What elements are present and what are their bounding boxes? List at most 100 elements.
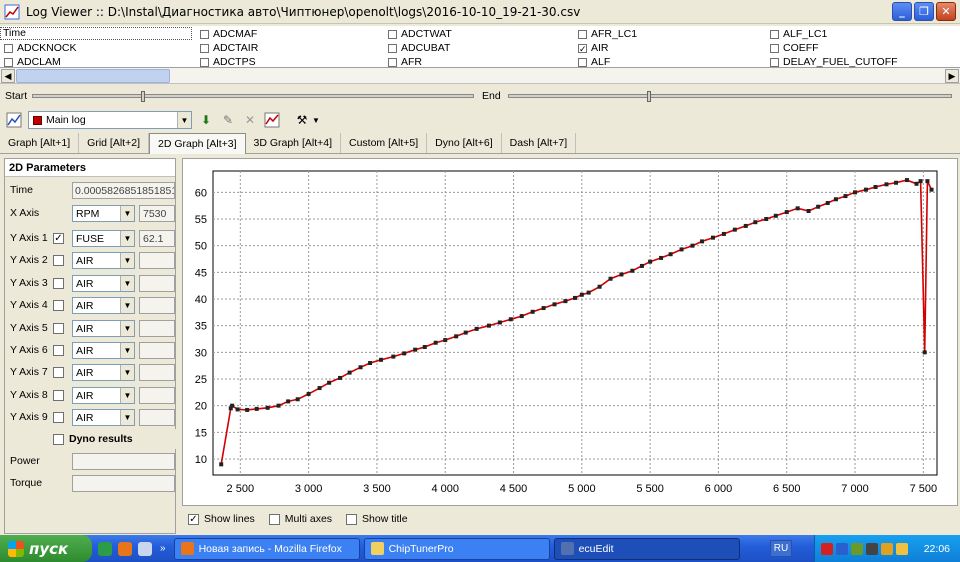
chevron-down-icon[interactable]: ▼ — [120, 253, 134, 269]
channel-item[interactable]: ADCTPS — [200, 55, 256, 69]
channel-checkbox[interactable] — [200, 57, 209, 67]
channel-item[interactable]: COEFF — [770, 41, 819, 55]
option-show-title[interactable]: Show title — [346, 513, 408, 525]
yaxis-select[interactable]: AIR ▼ — [72, 274, 135, 292]
tab-graph[interactable]: Graph [Alt+1] — [0, 133, 80, 153]
yaxis-checkbox[interactable] — [53, 367, 64, 379]
channel-item[interactable]: AFR — [388, 55, 422, 69]
chevron-down-icon[interactable]: ▼ — [120, 343, 134, 358]
chevron-down-icon[interactable]: ▼ — [120, 387, 134, 403]
quicklaunch-icon[interactable] — [98, 541, 112, 556]
channel-item[interactable]: DELAY_FUEL_CUTOFF — [770, 55, 898, 69]
xy-chart[interactable]: 2 500 3 000 3 500 4 000 4 500 5 000 5 500 6 000… — [183, 159, 957, 505]
antivirus-icon[interactable] — [851, 542, 863, 555]
chart-settings-icon[interactable] — [264, 112, 280, 128]
yaxis-select[interactable]: FUSE ▼ — [72, 230, 135, 247]
channel-time[interactable]: Time — [0, 27, 192, 40]
yaxis-select[interactable]: AIR ▼ — [72, 409, 135, 427]
yaxis-select[interactable]: AIR ▼ — [72, 319, 135, 337]
option-checkbox[interactable] — [268, 513, 280, 525]
chevron-down-icon[interactable]: ▼ — [120, 298, 134, 314]
channel-checkbox[interactable]: ✓ — [578, 43, 587, 53]
log-select[interactable]: Main log ▼ — [28, 111, 192, 129]
start-slider-handle[interactable] — [141, 91, 145, 102]
usb-icon[interactable] — [881, 542, 893, 555]
scroll-right-icon[interactable]: ▶ — [945, 69, 959, 83]
scroll-thumb[interactable] — [16, 69, 170, 83]
tab-grid[interactable]: Grid [Alt+2] — [79, 133, 149, 153]
channel-checkbox[interactable] — [578, 29, 587, 39]
tab-3d-graph[interactable]: 3D Graph [Alt+4] — [246, 133, 341, 153]
yaxis-select[interactable]: AIR ▼ — [72, 297, 135, 315]
channel-item[interactable]: ALF — [578, 55, 610, 69]
download-arrow-icon[interactable]: ⬇ — [198, 112, 214, 128]
notepad-icon[interactable] — [138, 541, 152, 556]
option-checkbox[interactable]: ✓ — [188, 513, 199, 525]
edit-icon[interactable]: ✎ — [220, 112, 236, 128]
channel-item[interactable]: ALF_LC1 — [770, 27, 827, 41]
volume-icon[interactable] — [866, 542, 878, 555]
xaxis-select[interactable]: RPM ▼ — [72, 205, 135, 222]
channel-checkbox[interactable] — [770, 29, 779, 39]
yaxis-select[interactable]: AIR ▼ — [72, 252, 135, 270]
yaxis-checkbox[interactable] — [53, 300, 64, 312]
channel-item[interactable]: ADCUBAT — [388, 41, 450, 55]
channel-checkbox[interactable] — [200, 29, 209, 39]
channel-checkbox[interactable] — [770, 57, 779, 67]
channel-scrollbar[interactable]: ◀ ▶ — [0, 68, 960, 84]
channel-checkbox[interactable] — [388, 57, 397, 67]
channel-checkbox[interactable] — [578, 57, 587, 67]
yaxis-checkbox[interactable] — [53, 345, 64, 356]
start-button[interactable]: пуск — [0, 535, 92, 562]
tab-dash[interactable]: Dash [Alt+7] — [502, 133, 577, 153]
option-multi-axes[interactable]: Multi axes — [268, 513, 332, 525]
taskbar-task[interactable]: ChipTunerPro — [363, 537, 550, 560]
tab-dyno[interactable]: Dyno [Alt+6] — [427, 133, 502, 153]
chevron-down-icon[interactable]: ▼ — [177, 112, 191, 128]
chevron-down-icon[interactable]: ▼ — [120, 365, 134, 381]
channel-item[interactable]: AFR_LC1 — [578, 27, 637, 41]
chevron-down-icon[interactable]: ▼ — [120, 410, 134, 426]
yaxis-select[interactable]: AIR ▼ — [72, 364, 135, 382]
channel-item[interactable]: ADCLAM — [4, 55, 61, 69]
end-slider-handle[interactable] — [647, 91, 651, 102]
delete-icon[interactable]: ✕ — [242, 112, 258, 128]
chevron-down-icon[interactable]: ▼ — [120, 231, 134, 246]
channel-item[interactable]: ADCTAIR — [200, 41, 258, 55]
chevron-down-icon[interactable]: ▼ — [120, 320, 134, 336]
tools-dropdown-icon[interactable]: ▼ — [312, 116, 320, 125]
warning-icon[interactable] — [821, 542, 833, 555]
option-checkbox[interactable] — [346, 513, 358, 525]
tab-2d-graph[interactable]: 2D Graph [Alt+3] — [149, 133, 246, 154]
yaxis-checkbox[interactable] — [53, 255, 64, 267]
yaxis-checkbox[interactable] — [53, 322, 64, 334]
yaxis-select[interactable]: AIR ▼ — [72, 342, 135, 359]
channel-checkbox[interactable] — [4, 57, 13, 67]
channel-checkbox[interactable] — [388, 43, 397, 53]
yaxis-checkbox[interactable] — [53, 412, 64, 424]
end-slider[interactable] — [508, 91, 952, 102]
language-indicator[interactable]: RU — [770, 540, 792, 557]
yaxis-checkbox[interactable]: ✓ — [53, 233, 64, 244]
option-show-lines[interactable]: ✓ Show lines — [188, 513, 255, 525]
channel-item[interactable]: ADCTWAT — [388, 27, 452, 41]
channel-checkbox[interactable] — [388, 29, 397, 39]
channel-item[interactable]: ADCKNOCK — [4, 41, 77, 55]
users-icon[interactable] — [896, 542, 908, 555]
network-icon[interactable] — [836, 542, 848, 555]
yaxis-checkbox[interactable] — [53, 389, 64, 401]
start-slider[interactable] — [32, 91, 474, 102]
close-button[interactable]: ✕ — [936, 2, 956, 21]
yaxis-checkbox[interactable] — [53, 277, 64, 289]
chevron-down-icon[interactable]: ▼ — [120, 206, 134, 221]
tools-icon[interactable]: ⚒ — [294, 112, 310, 128]
channel-checkbox[interactable] — [770, 43, 779, 53]
chart-area[interactable]: 2 500 3 000 3 500 4 000 4 500 5 000 5 500 6 000… — [182, 158, 958, 506]
yaxis-select[interactable]: AIR ▼ — [72, 386, 135, 404]
chevron-down-icon[interactable]: ▼ — [120, 275, 134, 291]
channel-checkbox[interactable] — [200, 43, 209, 53]
taskbar-task[interactable]: Новая запись - Mozilla Firefox — [173, 537, 360, 560]
taskbar-task[interactable]: ecuEdit — [553, 537, 740, 560]
restore-button[interactable]: ❐ — [914, 2, 934, 21]
channel-item[interactable]: ✓ AIR — [578, 41, 609, 55]
